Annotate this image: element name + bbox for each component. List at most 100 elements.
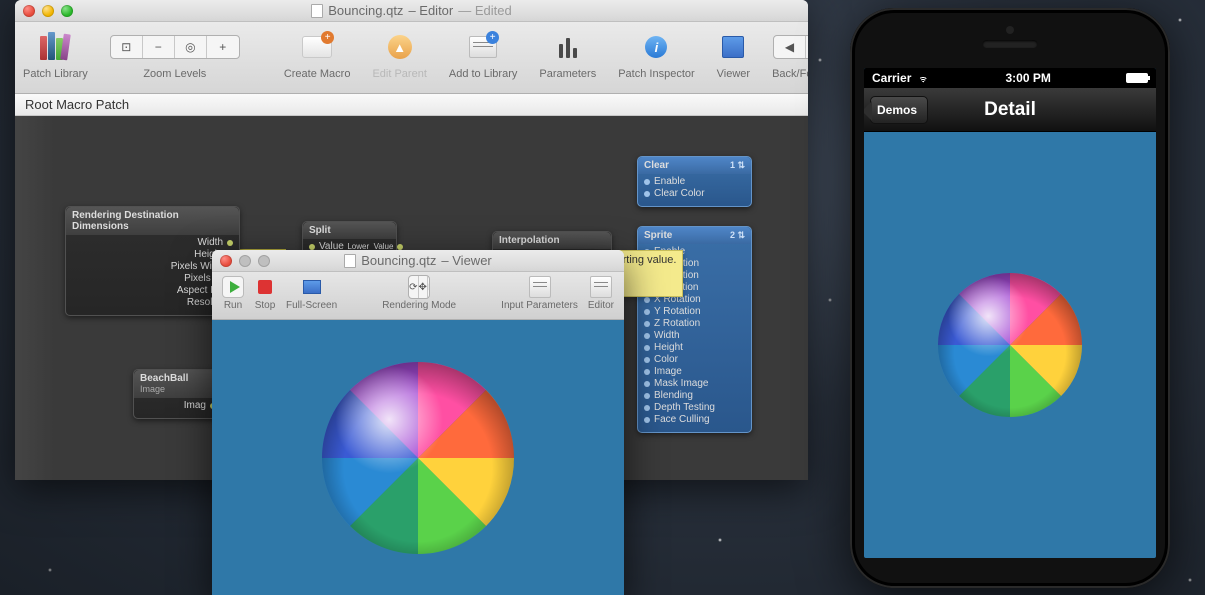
patch-sprite-header: Sprite 2 ⇅ <box>638 227 751 244</box>
zoom-in-icon[interactable]: + <box>207 36 239 58</box>
rendering-mode-button[interactable]: ⟳ ✥ ⊞ 🔍 Rendering Mode <box>382 276 456 311</box>
stop-button[interactable]: Stop <box>254 276 276 311</box>
input-port-icon[interactable] <box>644 345 650 351</box>
rm-2-icon[interactable]: ✥ <box>419 276 428 298</box>
up-arrow-icon: ▲ <box>388 35 412 59</box>
wifi-icon <box>916 73 930 83</box>
patch-beachball-sub: Image <box>140 384 165 394</box>
rendering-mode-seg[interactable]: ⟳ ✥ ⊞ 🔍 <box>408 275 430 299</box>
rm-3-icon[interactable]: ⊞ <box>428 276 430 298</box>
play-icon <box>230 281 240 293</box>
stop-label: Stop <box>255 300 276 311</box>
input-port-icon[interactable] <box>644 417 650 423</box>
input-port-icon[interactable] <box>644 309 650 315</box>
parameters-button[interactable]: Parameters <box>539 28 596 80</box>
viewer-label: Viewer <box>717 68 750 80</box>
sliders-icon <box>555 36 581 58</box>
run-button[interactable]: Run <box>222 276 244 311</box>
editor-titlebar: Bouncing.qtz – Editor — Edited <box>15 0 808 22</box>
input-port-icon[interactable] <box>644 321 650 327</box>
document-icon <box>344 254 356 268</box>
port-label: Imag <box>184 400 206 412</box>
viewer-button[interactable]: Viewer <box>717 28 750 80</box>
port-label: Y Rotation <box>654 306 701 318</box>
minimize-icon[interactable] <box>42 5 54 17</box>
forward-icon[interactable]: ▶ <box>806 36 808 58</box>
edit-parent-label: Edit Parent <box>372 68 426 80</box>
patch-beachball[interactable]: BeachBall Image Imag <box>133 369 223 419</box>
battery-icon <box>1126 73 1148 83</box>
viewer-title-file: Bouncing.qtz <box>361 253 436 268</box>
close-icon[interactable] <box>220 255 232 267</box>
back-forward-seg[interactable]: ◀ ▶ <box>773 35 808 59</box>
back-button[interactable]: Demos <box>870 96 928 124</box>
port-label: Color <box>654 354 678 366</box>
patch-library-button[interactable]: Patch Library <box>23 28 88 80</box>
fullscreen-button[interactable]: Full-Screen <box>286 276 337 311</box>
zoom-levels-group[interactable]: ⊡ − ◎ + Zoom Levels <box>110 28 240 80</box>
nav-title: Detail <box>984 99 1036 121</box>
back-forward-group[interactable]: ◀ ▶ Back/Forward <box>772 28 808 80</box>
patch-rdd-title: Rendering Destination Dimensions <box>66 207 239 235</box>
viewer-title: Bouncing.qtz – Viewer <box>276 253 560 268</box>
input-port-icon[interactable] <box>644 179 650 185</box>
drawer-icon <box>529 276 551 298</box>
patch-sprite-title: Sprite <box>644 230 672 241</box>
patch-sprite-badge[interactable]: 2 ⇅ <box>730 230 745 241</box>
output-port-icon[interactable] <box>227 240 233 246</box>
carrier-label: Carrier <box>872 71 911 85</box>
input-port-icon[interactable] <box>644 381 650 387</box>
editor-title-suffix: – Editor <box>408 3 453 18</box>
window-controls <box>220 255 270 267</box>
input-port-icon[interactable] <box>644 297 650 303</box>
viewer-title-suffix: – Viewer <box>441 253 491 268</box>
zoom-out-icon[interactable]: − <box>143 36 175 58</box>
stop-icon <box>258 280 272 294</box>
viewer-window: Bouncing.qtz – Viewer Run Stop Full-Scre… <box>212 250 624 595</box>
patch-clear-body: Enable Clear Color <box>638 174 751 206</box>
create-macro-label: Create Macro <box>284 68 351 80</box>
input-port-icon[interactable] <box>644 191 650 197</box>
editor-title-file: Bouncing.qtz <box>328 3 403 18</box>
patch-beachball-title: BeachBall <box>140 373 188 384</box>
document-icon <box>311 4 323 18</box>
parameters-label: Parameters <box>539 68 596 80</box>
edit-parent-button: ▲ Edit Parent <box>372 28 426 80</box>
input-port-icon[interactable] <box>644 393 650 399</box>
input-parameters-button[interactable]: Input Parameters <box>501 276 578 311</box>
input-port-icon[interactable] <box>644 333 650 339</box>
input-port-icon[interactable] <box>644 357 650 363</box>
fullscreen-icon <box>303 280 321 294</box>
beachball-icon <box>318 358 518 558</box>
create-macro-button[interactable]: Create Macro <box>284 28 351 80</box>
zoom-fit-icon[interactable]: ⊡ <box>111 36 143 58</box>
close-icon[interactable] <box>23 5 35 17</box>
breadcrumb[interactable]: Root Macro Patch <box>15 94 808 116</box>
back-forward-label: Back/Forward <box>772 68 808 80</box>
back-label: Demos <box>877 103 917 117</box>
patch-clear[interactable]: Clear 1 ⇅ Enable Clear Color <box>637 156 752 207</box>
editor-title-edited: — Edited <box>458 3 511 18</box>
zoom-icon[interactable] <box>61 5 73 17</box>
zoom-actual-icon[interactable]: ◎ <box>175 36 207 58</box>
beachball-icon <box>935 270 1085 420</box>
patch-clear-badge[interactable]: 1 ⇅ <box>730 160 745 171</box>
editor-button[interactable]: Editor <box>588 276 614 311</box>
minimize-icon[interactable] <box>239 255 251 267</box>
patch-interpolation-title: Interpolation <box>493 232 611 249</box>
nav-bar: Demos Detail <box>864 88 1156 132</box>
zoom-segmented[interactable]: ⊡ − ◎ + <box>110 35 240 59</box>
phone-camera-icon <box>1006 26 1014 34</box>
zoom-icon[interactable] <box>258 255 270 267</box>
add-to-library-button[interactable]: Add to Library <box>449 28 517 80</box>
zoom-levels-label: Zoom Levels <box>143 68 206 80</box>
patch-library-label: Patch Library <box>23 68 88 80</box>
port-label: Face Culling <box>654 414 710 426</box>
back-icon[interactable]: ◀ <box>774 36 806 58</box>
info-icon: i <box>645 36 667 58</box>
editor-icon <box>590 276 612 298</box>
input-port-icon[interactable] <box>644 405 650 411</box>
input-port-icon[interactable] <box>644 369 650 375</box>
rm-1-icon[interactable]: ⟳ <box>409 276 418 298</box>
patch-inspector-button[interactable]: i Patch Inspector <box>618 28 694 80</box>
